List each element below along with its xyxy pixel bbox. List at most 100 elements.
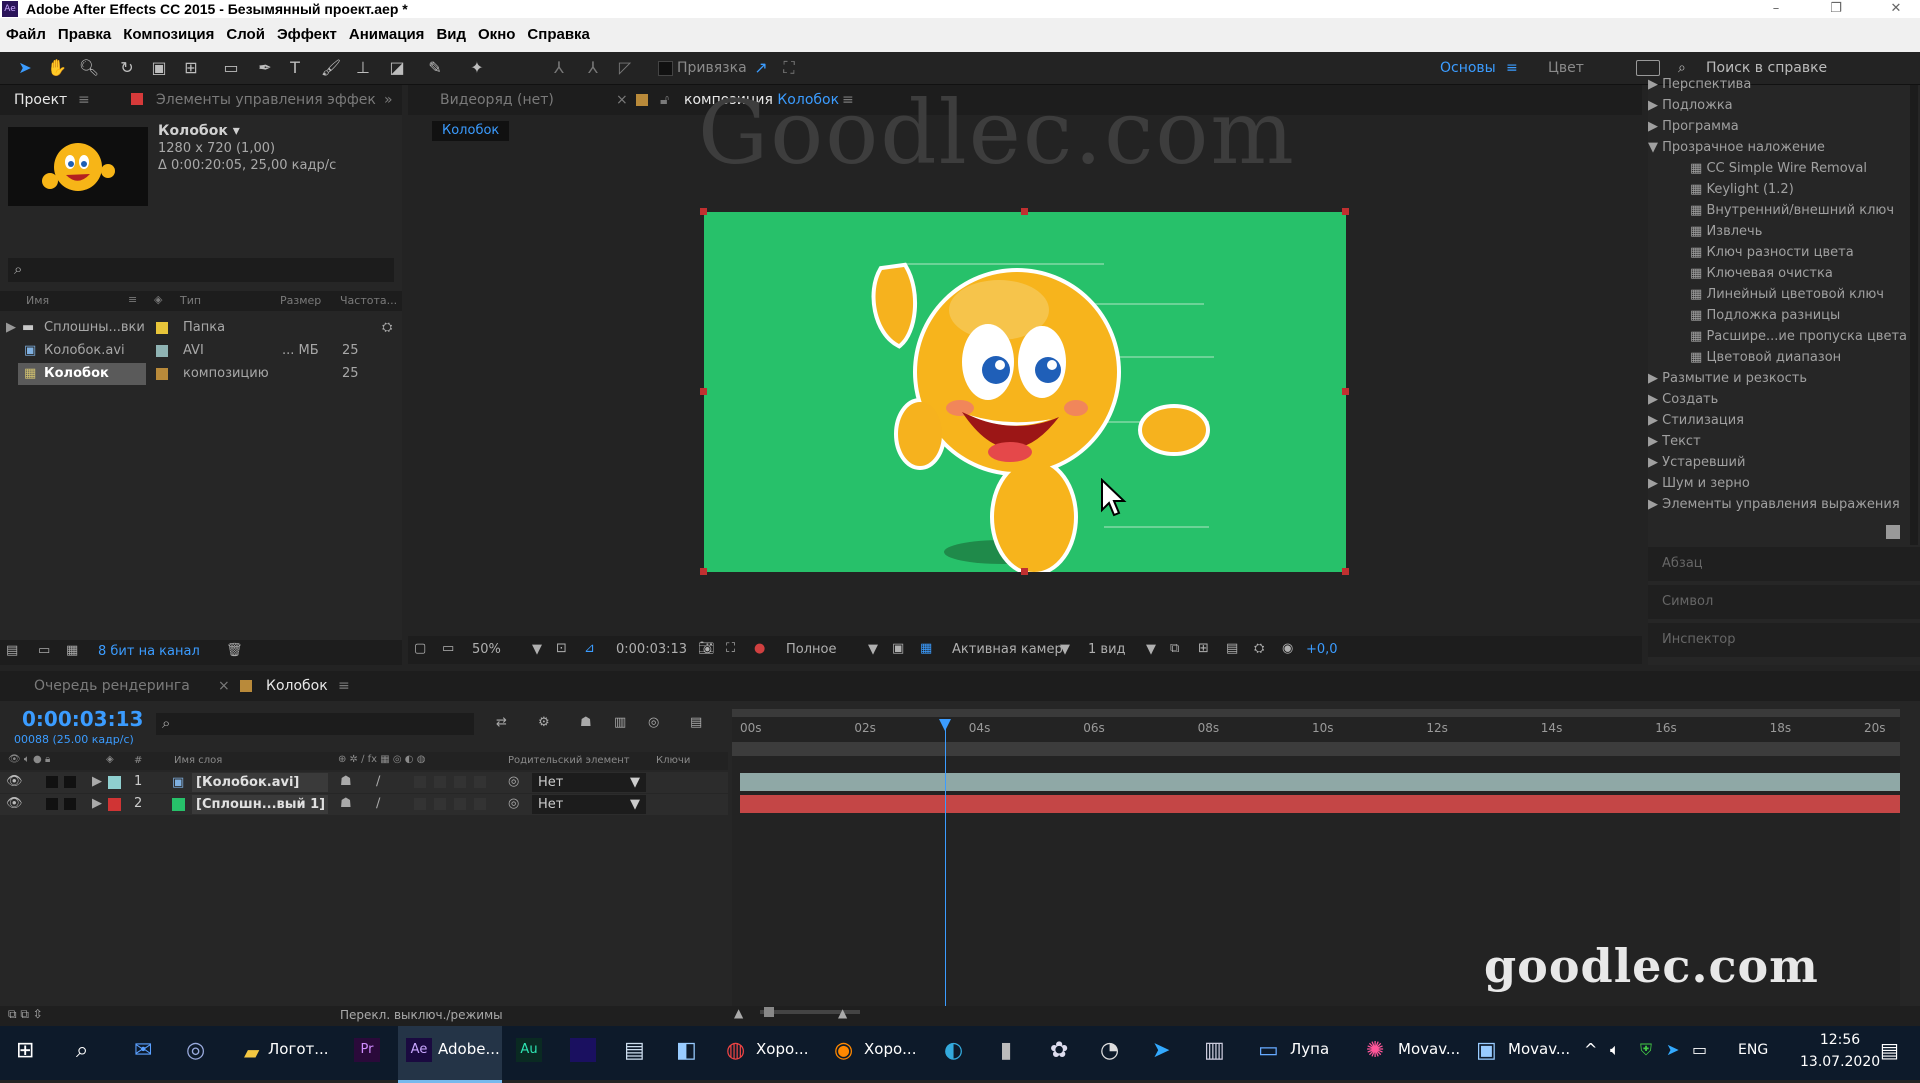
interpret-footage-icon[interactable]: ▤ bbox=[6, 643, 18, 658]
pick-whip-icon[interactable]: ◎ bbox=[508, 796, 519, 811]
axis-view-icon[interactable]: ◸ bbox=[614, 58, 636, 78]
taskbar-app-label[interactable]: Логот... bbox=[268, 1040, 329, 1058]
frame-blending-icon[interactable]: ▥ bbox=[614, 715, 626, 730]
effect-item[interactable]: ▦ CC Simple Wire Removal bbox=[1690, 161, 1867, 176]
rotate-tool-icon[interactable]: ↻ bbox=[116, 58, 138, 78]
effect-item[interactable]: ▦ Линейный цветовой ключ bbox=[1690, 287, 1884, 302]
zoom-select[interactable]: 50% bbox=[472, 642, 501, 657]
layer-row[interactable]: 👁︎ ▶ 1 ▣ [Колобок.avi] ☗ ∕ ◎ Нет ▼ bbox=[0, 772, 728, 793]
menu-composition[interactable]: Композиция bbox=[117, 18, 220, 52]
viewer-menu-icon[interactable]: ≡ bbox=[842, 85, 854, 115]
snap-edges-icon[interactable]: ↗ bbox=[750, 58, 772, 78]
snap-features-icon[interactable]: ⛶ bbox=[778, 58, 800, 78]
parent-select[interactable]: Нет ▼ bbox=[532, 795, 646, 814]
edge-icon[interactable]: ◐ bbox=[944, 1038, 963, 1063]
clock-date[interactable]: 13.07.2020 bbox=[1800, 1054, 1880, 1070]
shy-switch-icon[interactable]: ☗ bbox=[340, 796, 352, 811]
tab-timeline-comp[interactable]: Колобок bbox=[266, 671, 328, 701]
language-indicator[interactable]: ENG bbox=[1738, 1042, 1768, 1058]
movavi-screen-icon[interactable]: ▣ bbox=[1476, 1038, 1497, 1063]
taskbar-search-icon[interactable]: ⌕ bbox=[76, 1038, 88, 1063]
sort-icon[interactable]: ≡ bbox=[128, 293, 137, 306]
label-color-icon[interactable] bbox=[108, 776, 121, 789]
motion-blur-switch[interactable] bbox=[454, 798, 466, 810]
col-keys[interactable]: Ключи bbox=[656, 755, 690, 766]
3d-switch[interactable] bbox=[474, 798, 486, 810]
transparency-grid-icon[interactable]: ▦ bbox=[920, 641, 932, 656]
movavi-icon[interactable]: ✺ bbox=[1366, 1038, 1384, 1063]
telegram-tray-icon[interactable]: ➤ bbox=[1666, 1040, 1679, 1059]
stamp-tool-icon[interactable]: ⊥ bbox=[352, 58, 374, 78]
motion-blur-switch[interactable] bbox=[454, 776, 466, 788]
layer-bar-2[interactable] bbox=[740, 795, 1900, 813]
shy-switch-icon[interactable]: ☗ bbox=[340, 774, 352, 789]
preview-icon[interactable]: ▭ bbox=[442, 641, 454, 656]
frame-blend-switch[interactable] bbox=[434, 798, 446, 810]
effects-category[interactable]: ▶ Устаревший bbox=[1648, 455, 1745, 470]
effects-category[interactable]: ▶ Подложка bbox=[1648, 98, 1733, 113]
mail-icon[interactable]: ✉ bbox=[134, 1038, 152, 1063]
tab-footage[interactable]: Видеоряд (нет) bbox=[440, 85, 554, 115]
camera-tool-icon[interactable]: ▣ bbox=[148, 58, 170, 78]
comp-mini-flowchart-icon[interactable]: ⇄ bbox=[496, 715, 507, 730]
effects-category[interactable]: ▶ Перспектива bbox=[1648, 77, 1751, 92]
effects-category[interactable]: ▶ Текст bbox=[1648, 434, 1701, 449]
views-select[interactable]: 1 вид bbox=[1088, 642, 1126, 657]
close-tab-icon[interactable]: × bbox=[218, 671, 230, 701]
lock-toggle[interactable] bbox=[64, 798, 76, 810]
effects-category[interactable]: ▶ Размытие и резкость bbox=[1648, 371, 1807, 386]
close-tab-icon[interactable]: × bbox=[616, 85, 628, 115]
comp-canvas[interactable] bbox=[704, 212, 1346, 572]
panel-overflow-icon[interactable]: » bbox=[384, 85, 393, 115]
taskbar-app-label[interactable]: Adobe... bbox=[438, 1040, 500, 1058]
tab-effect-controls[interactable]: Элементы управления эффек bbox=[156, 85, 376, 115]
new-preset-icon[interactable] bbox=[1886, 525, 1900, 539]
exposure-value[interactable]: +0,0 bbox=[1306, 642, 1338, 657]
lock-icon[interactable]: 🔓︎ bbox=[660, 85, 669, 115]
effects-category[interactable]: ▶ Программа bbox=[1648, 119, 1739, 134]
transform-handle[interactable] bbox=[1021, 208, 1028, 215]
project-search-input[interactable]: ⌕ bbox=[8, 258, 394, 282]
notifications-icon[interactable]: ▤ bbox=[1880, 1038, 1899, 1062]
expand-arrow-icon[interactable]: ▶ bbox=[92, 774, 102, 789]
menu-help[interactable]: Справка bbox=[521, 18, 595, 52]
lock-toggle[interactable] bbox=[64, 776, 76, 788]
transform-handle[interactable] bbox=[1021, 568, 1028, 575]
workspace-menu-icon[interactable]: ≡ bbox=[1506, 52, 1518, 84]
firefox-icon[interactable]: ◉ bbox=[834, 1038, 853, 1063]
new-comp-icon[interactable]: ▦ bbox=[66, 643, 78, 658]
transform-handle[interactable] bbox=[700, 568, 707, 575]
effects-category[interactable]: ▶ Создать bbox=[1648, 392, 1718, 407]
frame-blend-switch[interactable] bbox=[434, 776, 446, 788]
taskbar-app-label[interactable]: Movav... bbox=[1508, 1040, 1570, 1058]
menu-view[interactable]: Вид bbox=[430, 18, 472, 52]
selection-tool-icon[interactable]: ➤ bbox=[14, 58, 36, 78]
flowchart-icon[interactable]: ⛭ bbox=[382, 317, 392, 339]
effects-category[interactable]: ▶ Элементы управления выражения bbox=[1648, 497, 1900, 512]
roto-brush-tool-icon[interactable]: ✎ bbox=[424, 58, 446, 78]
show-snapshot-icon[interactable]: ⛶ bbox=[726, 641, 735, 656]
paint-icon[interactable]: ◔ bbox=[1100, 1038, 1119, 1063]
transform-handle[interactable] bbox=[1342, 388, 1349, 395]
layer-search-input[interactable]: ⌕ bbox=[156, 713, 474, 735]
fx-switch[interactable] bbox=[414, 798, 426, 810]
effect-item[interactable]: ▦ Извлечь bbox=[1690, 224, 1762, 239]
transform-handle[interactable] bbox=[700, 388, 707, 395]
comp-marker-bar[interactable] bbox=[732, 742, 1900, 756]
premiere-icon[interactable]: Pr bbox=[354, 1038, 380, 1062]
character-panel[interactable]: Символ bbox=[1648, 585, 1920, 619]
tray-chevron-icon[interactable]: ^ bbox=[1584, 1040, 1597, 1059]
rectangle-tool-icon[interactable]: ▭ bbox=[220, 58, 242, 78]
chrome-icon[interactable]: ◍ bbox=[726, 1038, 745, 1063]
workspace-essentials[interactable]: Основы bbox=[1440, 52, 1496, 84]
pen-tool-icon[interactable]: ✒ bbox=[254, 58, 276, 78]
taskbar-app-label[interactable]: Хоро... bbox=[756, 1040, 808, 1058]
tab-project[interactable]: Проект bbox=[14, 85, 67, 115]
effect-item[interactable]: ▦ Подложка разницы bbox=[1690, 308, 1840, 323]
toggle-pixel-icon[interactable]: ⧉ bbox=[1170, 641, 1179, 656]
timeline-menu-icon[interactable]: ≡ bbox=[338, 671, 350, 701]
effect-item[interactable]: ▦ Цветовой диапазон bbox=[1690, 350, 1841, 365]
col-rate[interactable]: Частота... bbox=[340, 294, 397, 307]
browser-icon[interactable]: ◎ bbox=[186, 1038, 205, 1063]
motion-blur-icon[interactable]: ◎ bbox=[648, 715, 659, 730]
